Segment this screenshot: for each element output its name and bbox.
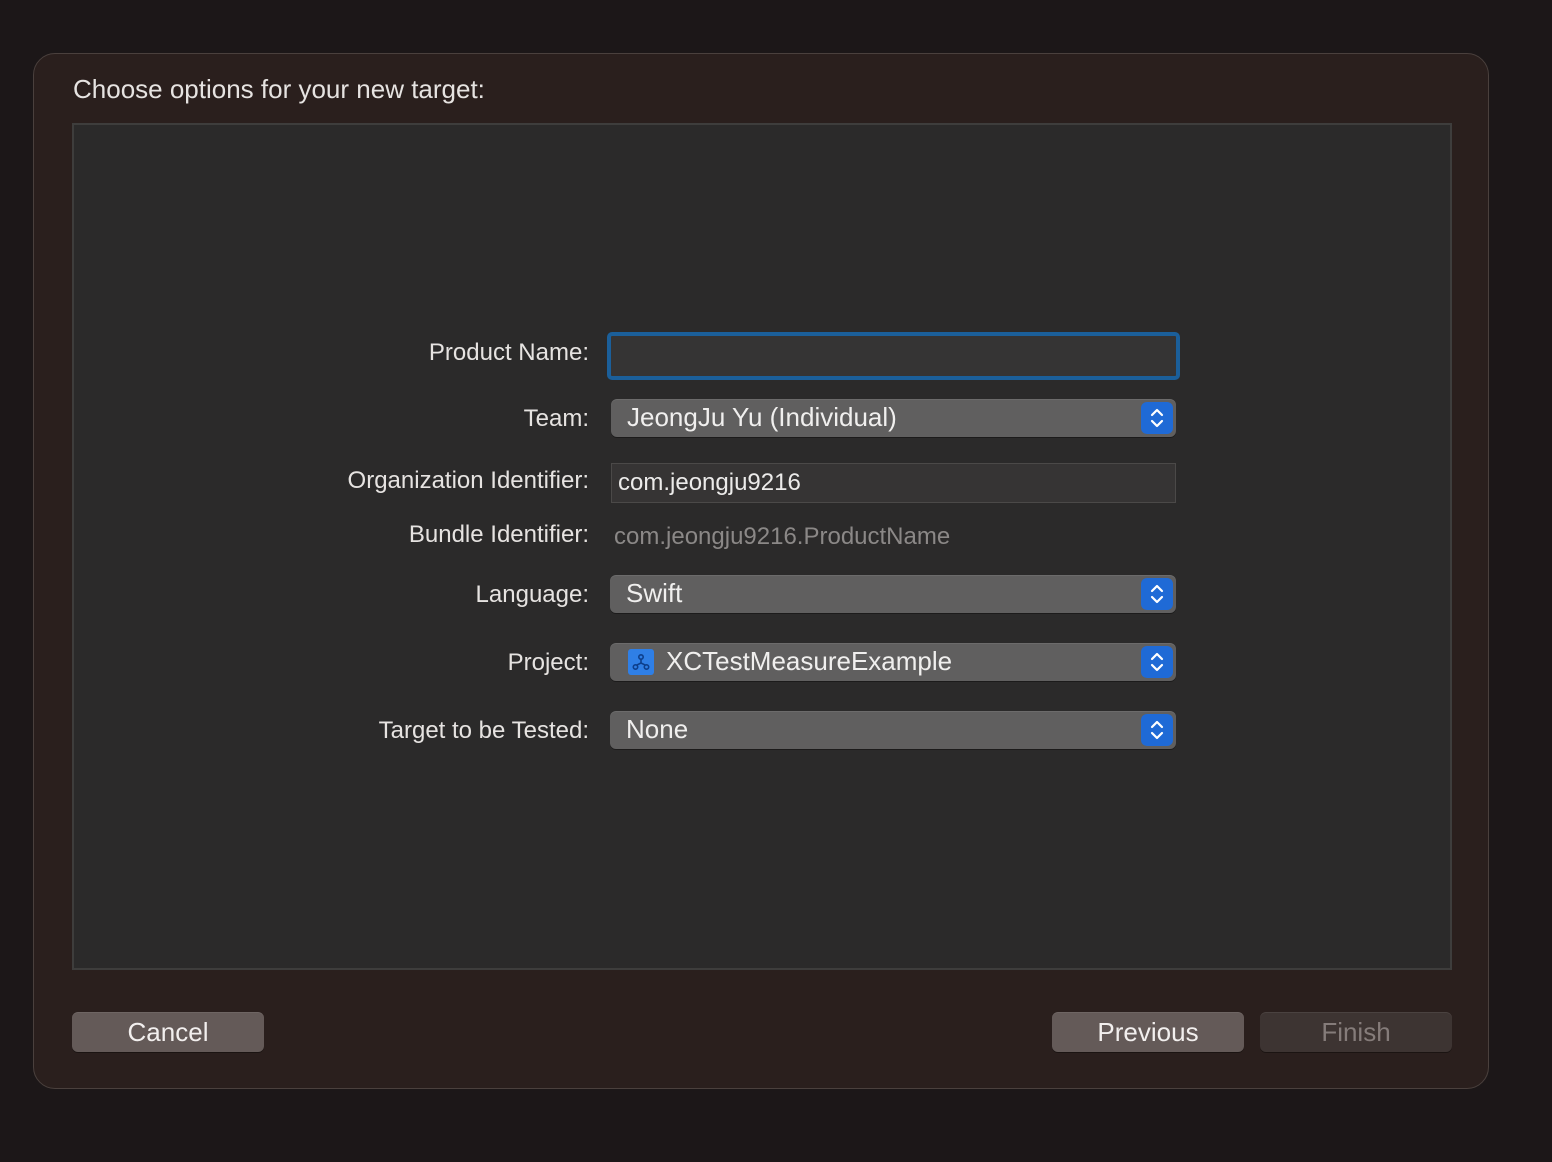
new-target-options-sheet: Choose options for your new target: Prod… (33, 53, 1489, 1089)
organization-identifier-label: Organization Identifier: (347, 467, 589, 494)
language-popup-stepper-icon (1141, 578, 1173, 610)
project-popup-stepper-icon (1141, 646, 1173, 678)
team-label: Team: (523, 405, 589, 432)
target-to-be-tested-popup-value: None (626, 714, 689, 744)
organization-identifier-input[interactable]: com.jeongju9216 (611, 463, 1176, 503)
language-popup[interactable]: Swift (610, 575, 1176, 613)
bundle-identifier-label: Bundle Identifier: (408, 521, 589, 548)
bundle-identifier-value: com.jeongju9216.ProductName (614, 523, 951, 550)
project-popup[interactable]: XCTestMeasureExample (610, 643, 1176, 681)
cancel-button[interactable]: Cancel (72, 1012, 264, 1052)
project-label: Project: (507, 649, 589, 676)
product-name-input[interactable] (607, 332, 1180, 380)
previous-button[interactable]: Previous (1052, 1012, 1244, 1052)
language-popup-value: Swift (626, 578, 683, 608)
xcode-project-icon (628, 649, 654, 675)
target-to-be-tested-label: Target to be Tested: (378, 717, 589, 744)
target-to-be-tested-popup-stepper-icon (1141, 714, 1173, 746)
options-panel: Product Name: Team: JeongJu Yu (Individu… (72, 123, 1452, 970)
team-popup[interactable]: JeongJu Yu (Individual) (611, 399, 1176, 437)
sheet-title: Choose options for your new target: (73, 74, 485, 104)
language-label: Language: (475, 581, 589, 608)
team-popup-stepper-icon (1141, 402, 1173, 434)
product-name-label: Product Name: (428, 339, 589, 366)
finish-button[interactable]: Finish (1260, 1012, 1452, 1052)
project-popup-value: XCTestMeasureExample (666, 646, 953, 676)
target-to-be-tested-popup[interactable]: None (610, 711, 1176, 749)
team-popup-value: JeongJu Yu (Individual) (627, 402, 897, 432)
